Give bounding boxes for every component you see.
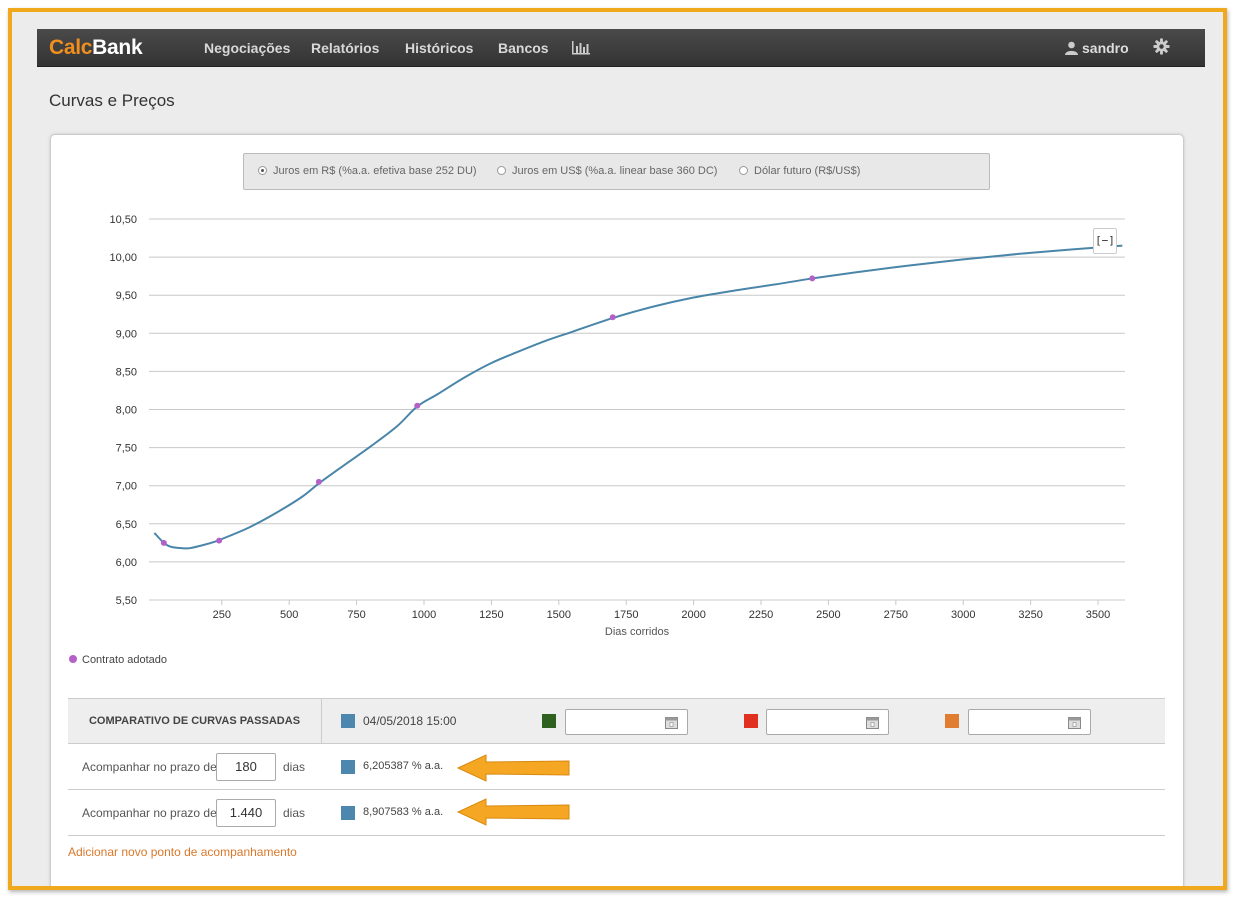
tracking-label: Acompanhar no prazo de (82, 760, 217, 774)
calendar-icon[interactable] (866, 716, 879, 729)
legend-marker (69, 655, 77, 663)
comparison-table: COMPARATIVO DE CURVAS PASSADAS 04/05/201… (68, 698, 1165, 836)
x-tick-label: 1000 (412, 609, 436, 621)
nav-negociacoes[interactable]: Negociações (204, 40, 290, 56)
gear-icon[interactable] (1153, 38, 1170, 55)
tracking-row: Acompanhar no prazo de 180 dias 6,205387… (68, 744, 1165, 790)
curve-date-1: 04/05/2018 15:00 (363, 714, 457, 728)
x-tick-label: 2250 (749, 609, 773, 621)
nav-relatorios[interactable]: Relatórios (311, 40, 379, 56)
page-title: Curvas e Preços (49, 91, 175, 110)
logo-calc: Calc (49, 36, 93, 59)
date-input-2[interactable] (565, 709, 688, 735)
curve-color-swatch-2 (542, 714, 556, 728)
user-icon (1065, 41, 1078, 55)
logo[interactable]: CalcBank (49, 36, 143, 60)
x-tick-label: 2750 (884, 609, 908, 621)
x-tick-label: 250 (213, 609, 231, 621)
y-tick-label: 10,00 (109, 252, 137, 264)
x-tick-label: 2500 (816, 609, 840, 621)
nav-bancos[interactable]: Bancos (498, 40, 549, 56)
y-tick-label: 9,50 (116, 290, 137, 302)
screenshot-frame: CalcBank Negociações Relatórios Históric… (8, 8, 1227, 890)
contract-point (315, 478, 322, 485)
x-tick-label: 1750 (614, 609, 638, 621)
x-tick-label: 500 (280, 609, 298, 621)
contract-point (414, 402, 421, 409)
tracking-days-input[interactable]: 180 (216, 753, 276, 781)
curve-line (153, 244, 1123, 550)
y-tick-label: 7,00 (116, 481, 137, 493)
legend-label: Contrato adotado (82, 654, 168, 666)
x-tick-label: 750 (347, 609, 365, 621)
contract-point (160, 539, 167, 546)
x-tick-label: 3000 (951, 609, 975, 621)
highlight-arrow-icon (456, 798, 570, 826)
x-tick-label: 2000 (681, 609, 705, 621)
yield-curve-chart[interactable]: 5,50 6,00 6,50 7,00 7,50 8,00 8,50 9,00 9,50 10,0… (51, 135, 1185, 655)
y-tick-label: 10,50 (109, 214, 137, 226)
curve-color-swatch-1 (341, 714, 355, 728)
y-tick-label: 8,50 (116, 366, 137, 378)
tracking-value: 8,907583 % a.a. (363, 806, 444, 818)
calendar-icon[interactable] (1068, 716, 1081, 729)
user-name: sandro (1082, 40, 1129, 56)
x-tick-label: 1500 (547, 609, 571, 621)
contract-point (216, 537, 223, 544)
curves-panel: Juros em R$ (%a.a. efetiva base 252 DU) … (50, 134, 1185, 886)
reset-zoom-button[interactable]: [−] (1093, 228, 1117, 254)
curve-color-swatch-1 (341, 760, 355, 774)
date-input-4[interactable] (968, 709, 1091, 735)
calendar-icon[interactable] (665, 716, 678, 729)
x-axis-label: Dias corridos (605, 626, 670, 638)
x-tick-label: 1250 (479, 609, 503, 621)
tracking-unit: dias (283, 806, 306, 820)
logo-bank: Bank (92, 36, 143, 59)
y-tick-label: 8,00 (116, 405, 137, 417)
x-tick-label: 3250 (1018, 609, 1042, 621)
contract-point (609, 314, 616, 321)
comparison-title: COMPARATIVO DE CURVAS PASSADAS (68, 699, 322, 743)
tracking-label: Acompanhar no prazo de (82, 806, 217, 820)
tracking-unit: dias (283, 760, 306, 774)
curve-color-swatch-4 (945, 714, 959, 728)
user-menu[interactable]: sandro (1065, 40, 1129, 56)
tracking-value: 6,205387 % a.a. (363, 760, 444, 772)
contract-point (809, 275, 816, 282)
tracking-days-input[interactable]: 1.440 (216, 799, 276, 827)
curve-color-swatch-1 (341, 806, 355, 820)
y-tick-label: 6,00 (116, 557, 137, 569)
add-tracking-point-link[interactable]: Adicionar novo ponto de acompanhamento (68, 845, 297, 859)
nav-historicos[interactable]: Históricos (405, 40, 473, 56)
y-tick-label: 9,00 (116, 328, 137, 340)
date-input-3[interactable] (766, 709, 889, 735)
highlight-arrow-icon (456, 754, 570, 782)
y-tick-label: 7,50 (116, 443, 137, 455)
x-tick-label: 3500 (1086, 609, 1110, 621)
bar-chart-icon[interactable] (571, 39, 591, 55)
comparison-header: COMPARATIVO DE CURVAS PASSADAS 04/05/201… (68, 698, 1165, 744)
tracking-row: Acompanhar no prazo de 1.440 dias 8,9075… (68, 790, 1165, 836)
curve-color-swatch-3 (744, 714, 758, 728)
y-tick-label: 6,50 (116, 519, 137, 531)
top-navbar: CalcBank Negociações Relatórios Históric… (37, 29, 1205, 67)
chart-legend[interactable]: Contrato adotado (69, 654, 167, 666)
y-tick-label: 5,50 (116, 595, 137, 607)
